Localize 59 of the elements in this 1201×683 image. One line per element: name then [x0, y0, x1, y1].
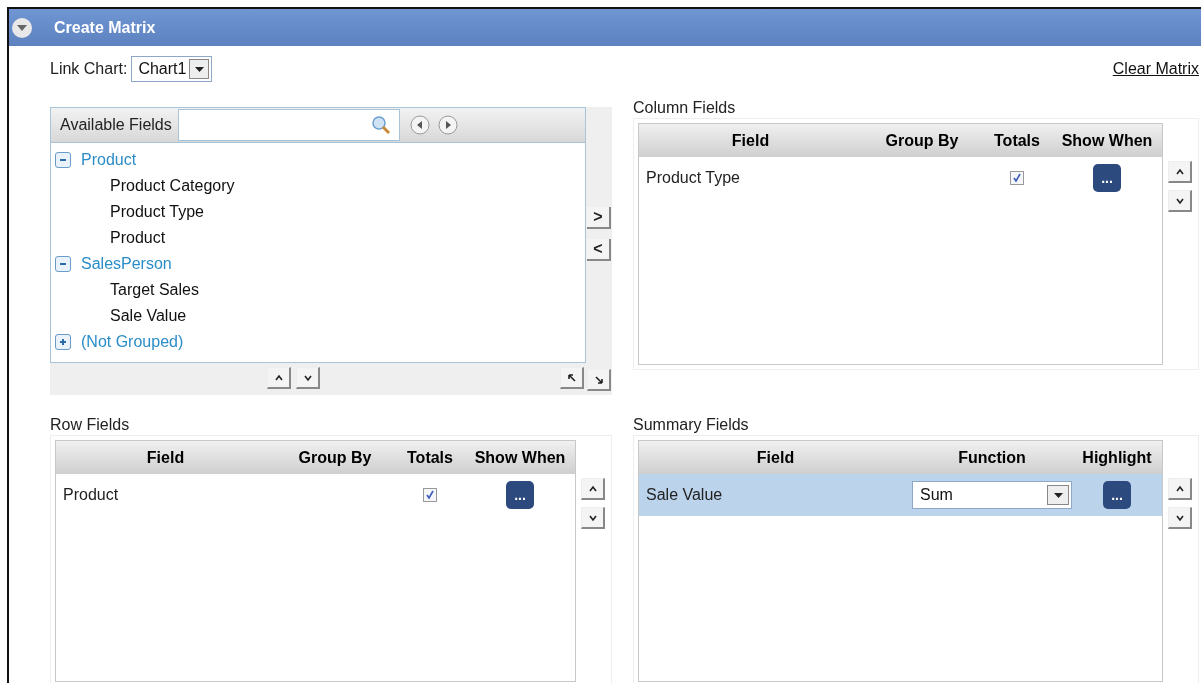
- column-header: Show When: [1060, 130, 1154, 151]
- header-title: Create Matrix: [54, 17, 156, 38]
- column-header: Show When: [473, 447, 567, 468]
- move-top-button[interactable]: [560, 367, 584, 389]
- ellipsis-button[interactable]: ...: [506, 481, 534, 509]
- function-dropdown[interactable]: Sum: [912, 481, 1072, 509]
- column-header: Field: [145, 447, 186, 468]
- column-header: Highlight: [1081, 447, 1153, 468]
- field-cell-text: Product Type: [645, 168, 740, 188]
- column-header: Function: [957, 447, 1027, 468]
- tree-item[interactable]: Sale Value: [55, 303, 187, 329]
- link-chart-label: Link Chart:: [50, 59, 128, 79]
- ellipsis-button[interactable]: ...: [1093, 164, 1121, 192]
- totals-checkbox[interactable]: [423, 488, 437, 502]
- expand-icon[interactable]: [55, 334, 71, 350]
- transfer-button[interactable]: <: [587, 239, 611, 261]
- tree-item[interactable]: Target Sales: [55, 277, 199, 303]
- move-down-button[interactable]: [581, 507, 605, 529]
- transfer-button[interactable]: >: [587, 207, 611, 229]
- tree-group-label[interactable]: (Not Grouped): [81, 330, 184, 354]
- collapse-icon[interactable]: [55, 152, 71, 168]
- move-down-button[interactable]: [1168, 190, 1192, 212]
- tree-item[interactable]: Product: [55, 225, 166, 251]
- scroll-up-button[interactable]: [267, 367, 291, 389]
- totals-checkbox[interactable]: [1010, 171, 1024, 185]
- field-cell-text: Sale Value: [645, 485, 723, 505]
- column-header: Field: [730, 130, 771, 151]
- column-header: Totals: [993, 130, 1041, 151]
- move-up-button[interactable]: [1168, 478, 1192, 500]
- column-header: Group By: [297, 447, 373, 468]
- column-header: Totals: [406, 447, 454, 468]
- move-down-button[interactable]: [1168, 507, 1192, 529]
- move-up-button[interactable]: [581, 478, 605, 500]
- move-up-button[interactable]: [1168, 161, 1192, 183]
- grid-row[interactable]: Sale Value Sum ...: [639, 474, 1162, 516]
- search-icon: [370, 115, 391, 135]
- panel-title: Column Fields: [633, 98, 736, 118]
- diagonal-arrow-icon: [565, 371, 578, 384]
- column-header: Field: [755, 447, 796, 468]
- field-cell-text: Product: [62, 485, 119, 505]
- search-field[interactable]: [177, 109, 400, 141]
- next-icon[interactable]: [436, 114, 459, 136]
- chart-dropdown[interactable]: Chart1: [131, 56, 213, 82]
- collapse-icon[interactable]: [12, 17, 32, 38]
- move-bottom-button[interactable]: [587, 369, 611, 391]
- collapse-icon[interactable]: [55, 256, 71, 272]
- panel-title: Summary Fields: [633, 415, 749, 435]
- available-fields-title: Available Fields: [60, 115, 172, 135]
- tree-group-label[interactable]: Product: [81, 148, 137, 172]
- previous-icon[interactable]: [408, 114, 431, 136]
- column-header: Group By: [884, 130, 960, 151]
- ellipsis-button[interactable]: ...: [1103, 481, 1131, 509]
- tree-item[interactable]: Product Type: [55, 199, 204, 225]
- clear-matrix-link[interactable]: Clear Matrix: [1112, 57, 1199, 81]
- tree-group-label[interactable]: SalesPerson: [81, 252, 172, 276]
- diagonal-arrow-icon: [592, 373, 605, 386]
- scroll-down-button[interactable]: [296, 367, 320, 389]
- tree-item[interactable]: Product Category: [55, 173, 235, 199]
- panel-title: Row Fields: [50, 415, 130, 435]
